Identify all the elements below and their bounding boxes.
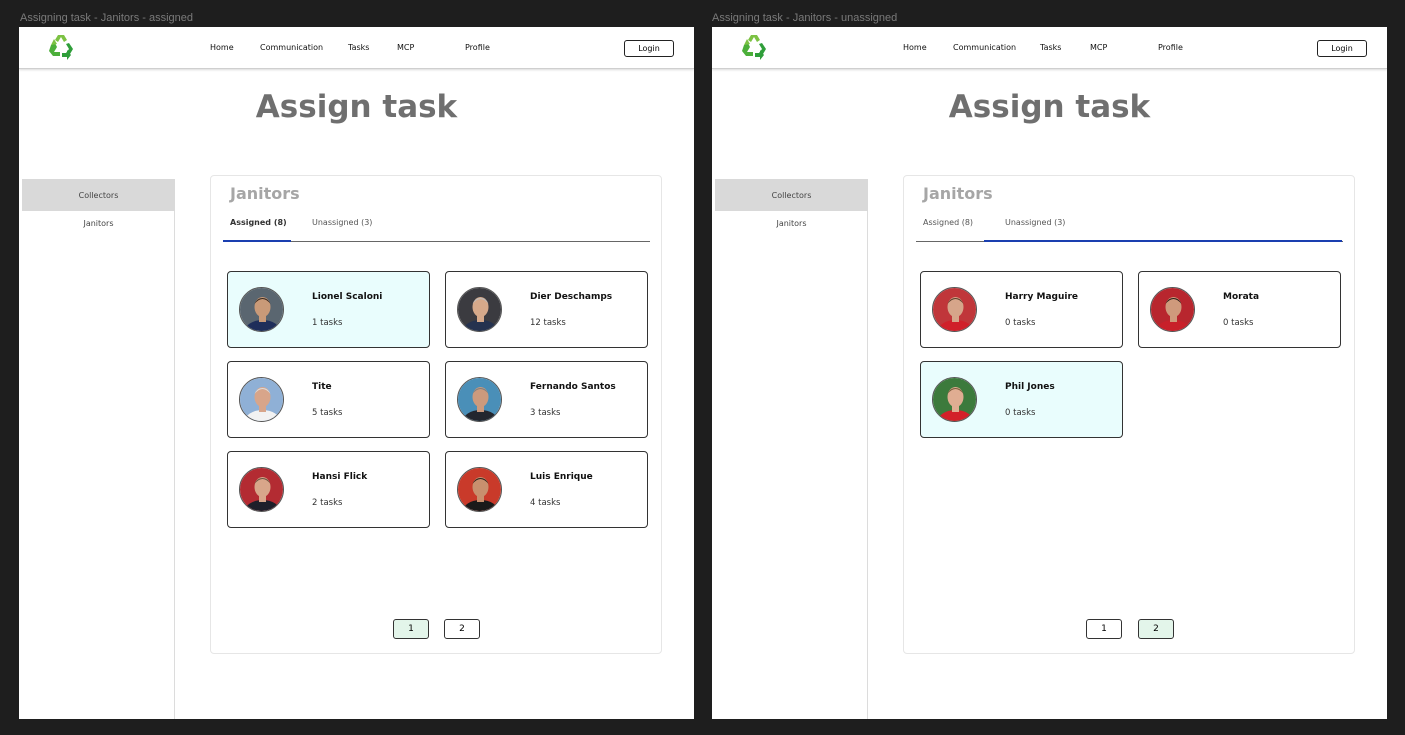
janitor-card[interactable]: Lionel Scaloni 1 tasks (227, 271, 430, 348)
janitor-name: Harry Maguire (1005, 292, 1078, 302)
janitor-card[interactable]: Tite 5 tasks (227, 361, 430, 438)
recycle-icon[interactable] (738, 31, 770, 63)
janitor-name: Hansi Flick (312, 472, 368, 482)
tab-active-indicator (984, 240, 1342, 242)
janitor-name: Tite (312, 382, 332, 392)
sidebar-item-janitors[interactable]: Janitors (715, 211, 868, 235)
nav-tasks[interactable]: Tasks (348, 43, 369, 52)
avatar (932, 377, 977, 422)
tab-assigned[interactable]: Assigned (8) (230, 218, 287, 227)
nav-communication[interactable]: Communication (260, 43, 323, 52)
task-count: 0 tasks (1005, 408, 1036, 418)
janitor-card[interactable]: Fernando Santos 3 tasks (445, 361, 648, 438)
page-title: Assign task (255, 89, 458, 125)
avatar (239, 467, 284, 512)
sidebar-item-collectors[interactable]: Collectors (22, 179, 175, 211)
janitor-card[interactable]: Luis Enrique 4 tasks (445, 451, 648, 528)
janitor-name: Dier Deschamps (530, 292, 613, 302)
janitor-card[interactable]: Dier Deschamps 12 tasks (445, 271, 648, 348)
panel-title: Janitors (923, 184, 993, 203)
avatar (239, 377, 284, 422)
sidebar-item-collectors[interactable]: Collectors (715, 179, 868, 211)
frame-label: Assigning task - Janitors - assigned (20, 12, 194, 24)
nav-mcp[interactable]: MCP (1090, 43, 1107, 52)
janitor-card[interactable]: Morata 0 tasks (1138, 271, 1341, 348)
nav-home[interactable]: Home (903, 43, 927, 52)
task-count: 1 tasks (312, 318, 343, 328)
janitors-panel: Janitors Assigned (8) Unassigned (3) Lio… (210, 175, 662, 654)
frame-unassigned: Home Communication Tasks MCP Profile Log… (712, 27, 1387, 719)
login-button[interactable]: Login (624, 40, 674, 57)
janitor-name: Morata (1223, 292, 1260, 302)
task-count: 4 tasks (530, 498, 561, 508)
nav-profile[interactable]: Profile (1158, 43, 1183, 52)
avatar (239, 287, 284, 332)
page-button-2[interactable]: 2 (444, 619, 480, 639)
tab-assigned[interactable]: Assigned (8) (923, 218, 973, 227)
page-button-1[interactable]: 1 (1086, 619, 1122, 639)
sidebar: Collectors Janitors (715, 179, 868, 719)
janitor-name: Fernando Santos (530, 382, 616, 392)
avatar (457, 377, 502, 422)
task-count: 12 tasks (530, 318, 566, 328)
task-count: 0 tasks (1005, 318, 1036, 328)
tab-unassigned[interactable]: Unassigned (3) (1005, 218, 1065, 227)
janitor-name: Luis Enrique (530, 472, 593, 482)
navbar: Home Communication Tasks MCP Profile Log… (712, 27, 1387, 69)
avatar (457, 467, 502, 512)
frame-assigned: Home Communication Tasks MCP Profile Log… (19, 27, 694, 719)
janitor-name: Phil Jones (1005, 382, 1055, 392)
nav-profile[interactable]: Profile (465, 43, 490, 52)
task-count: 0 tasks (1223, 318, 1254, 328)
recycle-icon[interactable] (45, 31, 77, 63)
sidebar-item-janitors[interactable]: Janitors (22, 211, 175, 235)
janitor-card[interactable]: Hansi Flick 2 tasks (227, 451, 430, 528)
janitors-panel: Janitors Assigned (8) Unassigned (3) Har… (903, 175, 1355, 654)
sidebar: Collectors Janitors (22, 179, 175, 719)
login-button[interactable]: Login (1317, 40, 1367, 57)
task-count: 5 tasks (312, 408, 343, 418)
avatar (932, 287, 977, 332)
janitor-card[interactable]: Phil Jones 0 tasks (920, 361, 1123, 438)
panel-title: Janitors (230, 184, 300, 203)
nav-mcp[interactable]: MCP (397, 43, 414, 52)
nav-tasks[interactable]: Tasks (1040, 43, 1061, 52)
avatar (1150, 287, 1195, 332)
nav-communication[interactable]: Communication (953, 43, 1016, 52)
avatar (457, 287, 502, 332)
task-count: 3 tasks (530, 408, 561, 418)
navbar: Home Communication Tasks MCP Profile Log… (19, 27, 694, 69)
tab-active-indicator (223, 240, 291, 242)
page-title: Assign task (948, 89, 1151, 125)
page-button-2[interactable]: 2 (1138, 619, 1174, 639)
nav-home[interactable]: Home (210, 43, 234, 52)
tab-unassigned[interactable]: Unassigned (3) (312, 218, 372, 227)
task-count: 2 tasks (312, 498, 343, 508)
janitor-name: Lionel Scaloni (312, 292, 383, 302)
page-button-1[interactable]: 1 (393, 619, 429, 639)
janitor-card[interactable]: Harry Maguire 0 tasks (920, 271, 1123, 348)
frame-label: Assigning task - Janitors - unassigned (712, 12, 898, 24)
